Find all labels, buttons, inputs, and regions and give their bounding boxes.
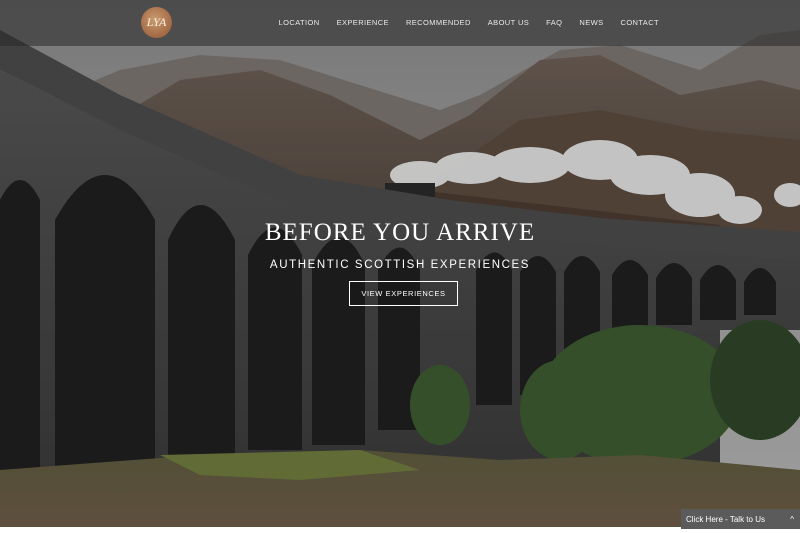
hero-subtitle: AUTHENTIC SCOTTISH EXPERIENCES [269,259,531,271]
page-bottom-strip [0,527,800,533]
view-experiences-label: VIEW EXPERIENCES [361,289,446,298]
chat-label: Click Here - Talk to Us [686,514,765,524]
view-experiences-button[interactable]: VIEW EXPERIENCES [349,281,458,306]
nav-item-contact[interactable]: CONTACT [621,18,660,27]
hero-title: BEFORE YOU ARRIVE [264,219,536,246]
top-navbar: LYA LOCATION EXPERIENCE RECOMMENDED ABOU… [0,0,800,46]
nav-item-location[interactable]: LOCATION [279,18,320,27]
nav-item-experience[interactable]: EXPERIENCE [337,18,389,27]
nav-item-recommended[interactable]: RECOMMENDED [406,18,471,27]
nav-item-faq[interactable]: FAQ [546,18,562,27]
chat-widget[interactable]: Click Here - Talk to Us ^ [681,509,800,529]
chevron-up-icon[interactable]: ^ [790,515,794,524]
nav-item-news[interactable]: NEWS [579,18,603,27]
main-nav: LOCATION EXPERIENCE RECOMMENDED ABOUT US… [262,18,659,27]
logo-text: LYA [146,15,167,29]
site-logo[interactable]: LYA [141,7,172,38]
nav-item-about-us[interactable]: ABOUT US [488,18,529,27]
